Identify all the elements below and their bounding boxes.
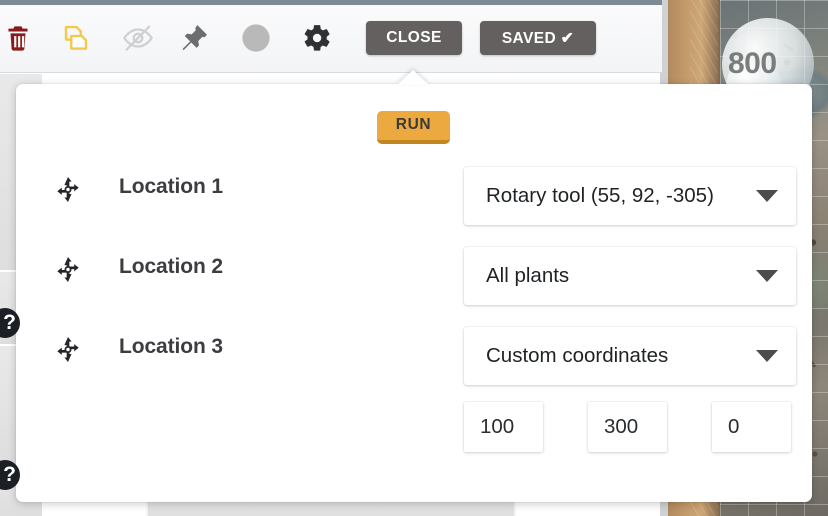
sequence-step-panel: RUN Location 1 Rotary tool (55, 92, -305… — [16, 70, 812, 502]
custom-coordinates-row — [16, 402, 812, 458]
panel-caret — [397, 70, 429, 85]
saved-button[interactable]: SAVED ✔ — [480, 21, 596, 55]
location-row-label: Location 1 — [119, 175, 224, 198]
map-coordinate-label: 800 — [728, 47, 777, 80]
duplicate-icon[interactable] — [58, 20, 94, 56]
location-dropdown[interactable]: Custom coordinates — [464, 327, 796, 385]
pin-icon[interactable] — [176, 20, 212, 56]
chevron-down-icon — [756, 350, 778, 362]
coordinate-y-input[interactable] — [588, 402, 667, 452]
location-row: Location 1 Rotary tool (55, 92, -305) — [16, 150, 812, 230]
coordinate-z-input[interactable] — [712, 402, 791, 452]
app-root: 800 ? ? None — [0, 0, 828, 516]
location-dropdown[interactable]: Rotary tool (55, 92, -305) — [464, 167, 796, 225]
color-swatch-icon[interactable] — [238, 20, 274, 56]
chevron-down-icon — [756, 270, 778, 282]
sequence-toolbar: CLOSE SAVED ✔ — [0, 0, 662, 73]
gear-icon[interactable] — [300, 20, 336, 56]
location-dropdown[interactable]: All plants — [464, 247, 796, 305]
close-button[interactable]: CLOSE — [366, 21, 462, 55]
coordinate-x-input[interactable] — [464, 402, 543, 452]
move-icon[interactable] — [52, 334, 84, 366]
location-row: Location 3 Custom coordinates — [16, 310, 812, 390]
location-row-label: Location 2 — [119, 255, 224, 278]
location-dropdown-value: Custom coordinates — [486, 344, 669, 367]
location-dropdown-value: All plants — [486, 264, 570, 287]
move-icon[interactable] — [52, 254, 84, 286]
chevron-down-icon — [756, 190, 778, 202]
run-button[interactable]: RUN — [377, 111, 450, 144]
location-row: Location 2 All plants — [16, 230, 812, 310]
location-row-label: Location 3 — [119, 335, 224, 358]
eye-slash-icon[interactable] — [120, 20, 156, 56]
move-icon[interactable] — [52, 174, 84, 206]
delete-icon[interactable] — [0, 20, 36, 56]
location-dropdown-value: Rotary tool (55, 92, -305) — [486, 184, 714, 207]
